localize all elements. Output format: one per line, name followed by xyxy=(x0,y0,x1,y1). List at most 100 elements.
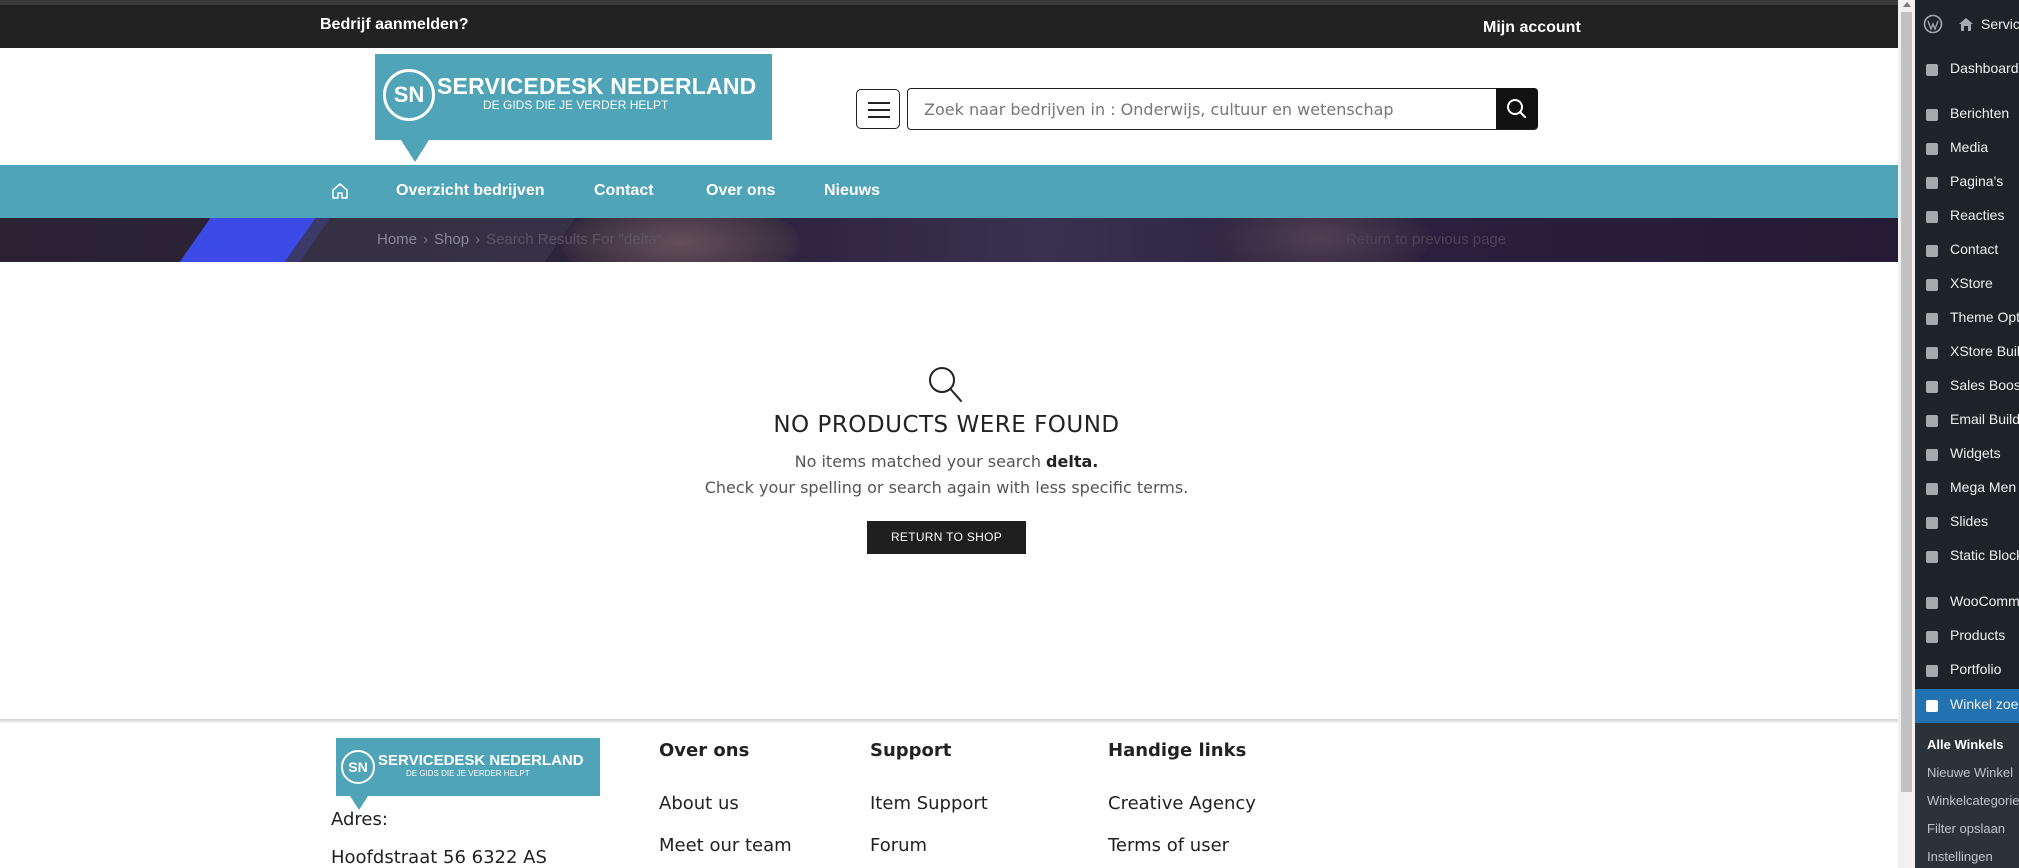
footer-divider xyxy=(0,719,1898,723)
footer-logo-tail xyxy=(350,796,368,810)
menu-toggle-button[interactable] xyxy=(856,89,900,129)
wp-menu-item[interactable]: Media xyxy=(1950,139,1988,155)
pin-icon xyxy=(1923,106,1941,124)
main-nav: Overzicht bedrijven Contact Over ons Nie… xyxy=(0,165,1898,218)
footer-link-about-us[interactable]: About us xyxy=(659,793,739,814)
wp-menu-item[interactable]: Email Build xyxy=(1950,411,2019,427)
nav-item-contact[interactable]: Contact xyxy=(594,182,654,200)
footer-logo[interactable]: SN SERVICEDESK NEDERLAND DE GIDS DIE JE … xyxy=(336,738,600,811)
wp-menu-item[interactable]: Slides xyxy=(1950,513,1988,529)
footer-col-over-ons-title: Over ons xyxy=(659,740,750,761)
wp-menu-item[interactable]: Pagina's xyxy=(1950,173,2003,189)
wp-menu-item[interactable]: Sales Boost xyxy=(1950,377,2019,393)
nav-item-overzicht-bedrijven[interactable]: Overzicht bedrijven xyxy=(396,182,545,200)
breadcrumb: Home › Shop › Search Results For "delta" xyxy=(377,231,662,248)
register-company-link[interactable]: Bedrijf aanmelden? xyxy=(320,16,468,34)
footer-link-creative-agency[interactable]: Creative Agency xyxy=(1108,793,1256,814)
wp-menu-item[interactable]: Contact xyxy=(1950,241,1998,257)
wp-menu-item[interactable]: Winkel zoe xyxy=(1950,696,2018,712)
comments-icon xyxy=(1923,208,1941,226)
footer-logo-initials: SN xyxy=(341,750,375,784)
wp-menu-item[interactable]: Dashboard xyxy=(1950,60,2019,76)
mail-icon xyxy=(1923,412,1941,430)
search-icon xyxy=(929,367,962,402)
breadcrumb-current: Search Results For "delta" xyxy=(486,231,662,248)
mega-menu-icon xyxy=(1923,480,1941,498)
hamburger-icon-line xyxy=(868,116,890,118)
wp-admin-sidebar: Servic Dashboard Berichten Media Pagina's Re… xyxy=(1915,0,2019,868)
footer-link-item-support[interactable]: Item Support xyxy=(870,793,988,814)
wp-menu-item[interactable]: XStore xyxy=(1950,275,1993,291)
wp-submenu-item[interactable]: Winkelcategorie xyxy=(1927,793,2019,808)
search-input[interactable] xyxy=(924,89,1484,129)
footer-link-forum[interactable]: Forum xyxy=(870,835,927,856)
hamburger-icon xyxy=(868,102,890,104)
widgets-icon xyxy=(1923,446,1941,464)
wp-menu-item[interactable]: Widgets xyxy=(1950,445,2001,461)
wp-menu-item[interactable]: Reacties xyxy=(1950,207,2004,223)
no-products-title: NO PRODUCTS WERE FOUND xyxy=(773,412,1120,438)
footer-logo-tagline: DE GIDS DIE JE VERDER HELPT xyxy=(406,769,530,778)
wp-menu-item[interactable]: Berichten xyxy=(1950,105,2009,121)
hamburger-icon-line xyxy=(868,109,890,111)
breadcrumb-shop[interactable]: Shop xyxy=(434,231,469,248)
no-products-hint: Check your spelling or search again with… xyxy=(704,478,1189,497)
search-term: delta. xyxy=(1046,452,1099,471)
wp-menu-item[interactable]: XStore Buil xyxy=(1950,343,2019,359)
logo-name: SERVICEDESK NEDERLAND xyxy=(437,73,757,99)
page-scrollbar[interactable] xyxy=(1898,0,1915,868)
wp-site-name[interactable]: Servic xyxy=(1981,16,2019,32)
wp-menu-item[interactable]: Theme Opt xyxy=(1950,309,2019,325)
return-to-shop-button[interactable]: RETURN TO SHOP xyxy=(867,521,1026,554)
scrollbar-thumb[interactable] xyxy=(1901,12,1912,792)
wp-menu-item[interactable]: Static Block xyxy=(1950,547,2019,563)
no-products-message: No items matched your search delta. xyxy=(0,452,1893,471)
mail-icon xyxy=(1923,242,1941,260)
home-icon[interactable] xyxy=(330,181,350,201)
footer-address: Hoofdstraat 56 6322 AS xyxy=(331,847,547,868)
footer-link-meet-team[interactable]: Meet our team xyxy=(659,835,792,856)
portfolio-icon xyxy=(1923,662,1941,680)
breadcrumb-home[interactable]: Home xyxy=(377,231,417,248)
footer-col-links-title: Handige links xyxy=(1108,740,1247,761)
my-account-link[interactable]: Mijn account xyxy=(1483,19,1581,37)
store-icon xyxy=(1923,697,1941,715)
return-previous-link[interactable]: Return to previous page xyxy=(1346,231,1506,248)
wp-menu-item[interactable]: Mega Men xyxy=(1950,479,2016,495)
chart-icon xyxy=(1923,378,1941,396)
wordpress-icon[interactable] xyxy=(1923,14,1943,34)
site-logo[interactable]: SN SERVICEDESK NEDERLAND DE GIDS DIE JE … xyxy=(375,54,772,162)
wp-submenu-item[interactable]: Alle Winkels xyxy=(1927,737,2003,752)
logo-initials: SN xyxy=(383,69,435,121)
dashboard-icon xyxy=(1923,61,1941,79)
home-icon[interactable] xyxy=(1957,15,1975,33)
builder-icon xyxy=(1923,344,1941,362)
nav-item-over-ons[interactable]: Over ons xyxy=(706,182,775,200)
breadcrumb-separator: › xyxy=(423,231,429,248)
wp-submenu-item[interactable]: Nieuwe Winkel xyxy=(1927,765,2013,780)
search-icon xyxy=(1507,99,1526,118)
wp-submenu-item[interactable]: Filter opslaan xyxy=(1927,821,2005,836)
slides-icon xyxy=(1923,514,1941,532)
woo-icon xyxy=(1923,594,1941,612)
blocks-icon xyxy=(1923,548,1941,566)
pages-icon xyxy=(1923,174,1941,192)
wp-submenu-item[interactable]: Instellingen xyxy=(1927,849,1993,864)
scroll-up-arrow[interactable] xyxy=(1903,2,1911,7)
wp-menu-item[interactable]: Portfolio xyxy=(1950,661,2001,677)
footer-logo-name: SERVICEDESK NEDERLAND xyxy=(378,752,584,769)
footer-col-support-title: Support xyxy=(870,740,952,761)
footer-link-terms[interactable]: Terms of user xyxy=(1108,835,1229,856)
search-button[interactable] xyxy=(1496,88,1538,129)
footer-address-label: Adres: xyxy=(331,809,388,830)
wp-menu-item[interactable]: WooComm xyxy=(1950,593,2019,609)
top-bar: Bedrijf aanmelden? Mijn account xyxy=(0,0,1898,48)
theme-options-icon xyxy=(1923,310,1941,328)
breadcrumb-banner: Home › Shop › Search Results For "delta" Ret… xyxy=(0,218,1898,262)
wp-admin-topbar: Servic xyxy=(1915,0,2019,48)
xstore-icon xyxy=(1923,276,1941,294)
nav-item-nieuws[interactable]: Nieuws xyxy=(824,182,880,200)
search-form xyxy=(907,88,1538,130)
logo-tagline: DE GIDS DIE JE VERDER HELPT xyxy=(483,98,669,112)
wp-menu-item[interactable]: Products xyxy=(1950,627,2005,643)
